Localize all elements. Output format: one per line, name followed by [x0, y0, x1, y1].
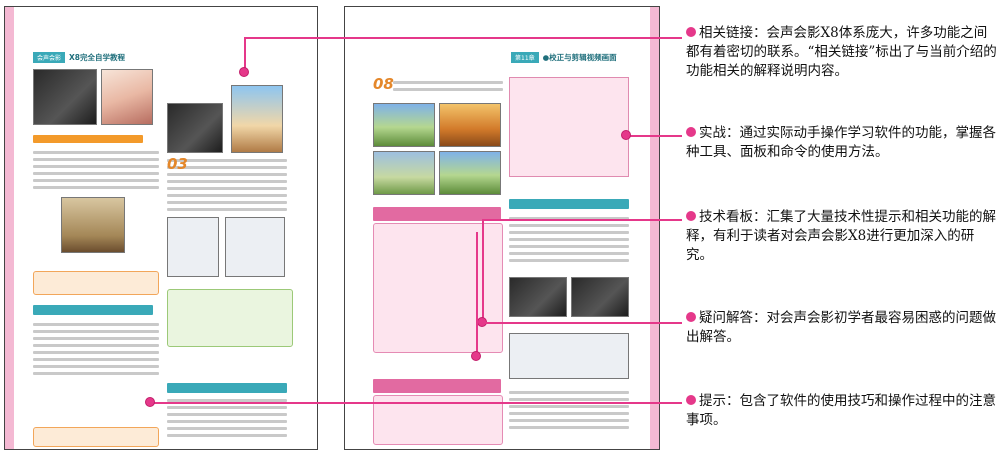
- right-text-block-2: [509, 217, 629, 266]
- photo-tree-2: [439, 103, 501, 147]
- tip-box-2: [33, 427, 159, 447]
- left-book-page: 会声会影 X8完全自学教程 03: [4, 6, 318, 450]
- step-number: 08: [373, 75, 394, 93]
- screenshot-preview-1: [509, 277, 567, 317]
- practice-banner-right: [509, 199, 629, 209]
- annotation-qa: 疑问解答：对会声会影初学者最容易困惑的问题做出解答。: [686, 309, 998, 347]
- right-text-block-1: [393, 81, 503, 95]
- section-heading-bar: [33, 135, 143, 143]
- photo-tree-4: [439, 151, 501, 195]
- photo-woman-field: [101, 69, 153, 125]
- callout-dot-qa: [471, 351, 481, 361]
- leader-line-tech-board-v: [482, 219, 484, 322]
- callout-dot-practice: [621, 130, 631, 140]
- screenshot-editor-2: [167, 103, 223, 153]
- bullet-dot: [686, 312, 696, 322]
- leader-line-practice: [626, 135, 682, 137]
- annotation-practice: 实战：通过实际动手操作学习软件的功能，掌握各种工具、面板和命令的使用方法。: [686, 124, 998, 162]
- bullet-dot: [686, 395, 696, 405]
- tech-board-banner: [373, 379, 501, 393]
- tip-box-1: [33, 271, 159, 295]
- annotation-text: 提示：包含了软件的使用技巧和操作过程中的注意事项。: [686, 393, 996, 428]
- right-book-page: 第11章 ●校正与剪辑视频画面 08: [344, 6, 660, 450]
- right-text-block-3: [509, 391, 629, 433]
- photo-tree-3: [373, 151, 435, 195]
- screenshot-editor: [33, 69, 97, 125]
- tech-board-box: [167, 289, 293, 347]
- left-header-tag: 会声会影: [33, 51, 66, 63]
- warning-dialog-screenshot: [509, 77, 629, 177]
- photo-beach: [231, 85, 283, 153]
- screenshot-dialog-2: [225, 217, 285, 277]
- right-page-stripe: [650, 7, 659, 449]
- annotation-tip: 提示：包含了软件的使用技巧和操作过程中的注意事项。: [686, 392, 998, 430]
- leader-line-qa: [480, 322, 682, 324]
- left-running-header: 会声会影 X8完全自学教程: [33, 51, 125, 63]
- leader-line-tech-board-h: [482, 219, 682, 221]
- left-page-stripe: [5, 7, 14, 449]
- leader-line-tip: [150, 402, 682, 404]
- leader-line-related-link-h: [244, 37, 682, 39]
- screenshot-dialog-right: [509, 333, 629, 379]
- right-running-header: 第11章 ●校正与剪辑视频画面: [511, 51, 617, 63]
- left-text-block-1: [33, 151, 159, 193]
- practice-banner-1: [33, 305, 153, 315]
- bullet-dot: [686, 27, 696, 37]
- left-text-block-3: [33, 323, 159, 379]
- bullet-dot: [686, 211, 696, 221]
- callout-dot-related-link: [239, 67, 249, 77]
- annotation-text: 疑问解答：对会声会影初学者最容易困惑的问题做出解答。: [686, 310, 996, 345]
- screenshot-preview-2: [571, 277, 629, 317]
- practice-banner-2: [167, 383, 287, 393]
- bullet-dot: [686, 127, 696, 137]
- annotation-text: 技术看板：汇集了大量技术性提示和相关功能的解释，有利于读者对会声会影X8进行更加…: [686, 209, 996, 263]
- left-header-title: X8完全自学教程: [69, 52, 126, 62]
- step-number: 03: [167, 155, 188, 173]
- photo-sheep: [61, 197, 125, 253]
- annotation-text: 实战：通过实际动手操作学习软件的功能，掌握各种工具、面板和命令的使用方法。: [686, 125, 996, 160]
- annotation-related-link: 相关链接：会声会影X8体系庞大，许多功能之间都有着密切的联系。“相关链接”标出了…: [686, 24, 998, 81]
- right-header-tag: 第11章: [511, 51, 539, 63]
- annotation-tech-board: 技术看板：汇集了大量技术性提示和相关功能的解释，有利于读者对会声会影X8进行更加…: [686, 208, 998, 265]
- screenshot-dialog: [167, 217, 219, 277]
- right-header-title: ●校正与剪辑视频画面: [542, 52, 617, 62]
- leader-line-qa-v: [476, 232, 478, 354]
- callout-dot-tip: [145, 397, 155, 407]
- photo-tree-1: [373, 103, 435, 147]
- annotation-text: 相关链接：会声会影X8体系庞大，许多功能之间都有着密切的联系。“相关链接”标出了…: [686, 25, 997, 79]
- left-text-block-4: [167, 399, 287, 441]
